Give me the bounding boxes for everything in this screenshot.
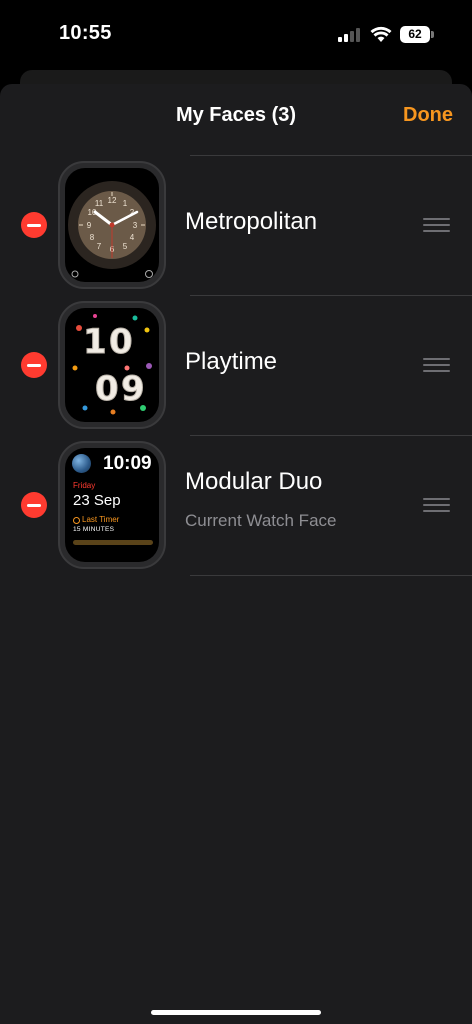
home-indicator[interactable]: [151, 1010, 321, 1015]
status-bar: 10:55 62: [0, 0, 472, 70]
svg-text:1: 1: [123, 199, 128, 208]
current-face-label: Current Watch Face: [185, 511, 337, 530]
reorder-handle-icon[interactable]: [423, 498, 450, 512]
playtime-digit: 0: [95, 369, 119, 409]
reorder-handle-icon[interactable]: [423, 358, 450, 372]
svg-text:9: 9: [87, 221, 92, 230]
face-name: Playtime: [185, 348, 278, 375]
delete-face-button[interactable]: [21, 352, 47, 378]
watch-day: Friday: [73, 481, 96, 490]
faces-list: 12 3 6 9 1 2 4 5 7 8 10 11: [0, 155, 472, 576]
reorder-handle-icon[interactable]: [423, 218, 450, 232]
svg-text:12: 12: [108, 196, 117, 205]
earth-icon: [72, 454, 91, 473]
timer-icon: [73, 517, 80, 524]
timer-progress-bar: [73, 540, 153, 545]
face-row-playtime[interactable]: 1 0 0 9 Playtime: [0, 295, 472, 435]
divider: [190, 435, 472, 436]
delete-face-button[interactable]: [21, 212, 47, 238]
watch-preview-metropolitan[interactable]: 12 3 6 9 1 2 4 5 7 8 10 11: [58, 161, 166, 289]
battery-indicator: 62: [400, 26, 430, 43]
svg-text:3: 3: [133, 221, 138, 230]
timer-label: Last Timer: [82, 515, 120, 524]
timer-value: 15 MINUTES: [73, 526, 115, 533]
svg-text:8: 8: [90, 233, 95, 242]
watch-screen: 12 3 6 9 1 2 4 5 7 8 10 11: [65, 168, 159, 282]
battery-cap: [431, 31, 434, 38]
cellular-signal-icon: [338, 28, 362, 42]
face-name: Metropolitan: [185, 208, 318, 235]
face-row-metropolitan[interactable]: 12 3 6 9 1 2 4 5 7 8 10 11: [0, 155, 472, 295]
face-row-modular-duo[interactable]: 10:09 Friday 23 Sep Last Timer 15 MINUTE…: [0, 435, 472, 576]
divider: [190, 295, 472, 296]
page-title: My Faces (3): [175, 104, 297, 126]
watch-screen: 10:09 Friday 23 Sep Last Timer 15 MINUTE…: [65, 448, 159, 562]
watch-preview-playtime[interactable]: 1 0 0 9: [58, 301, 166, 429]
playtime-digit: 0: [109, 322, 133, 362]
playtime-art-icon: 1 0 0 9: [72, 314, 152, 415]
watch-time: 10:09: [103, 453, 152, 474]
playtime-digit: 1: [83, 322, 107, 362]
done-button[interactable]: Done: [403, 104, 453, 127]
metropolitan-dial-icon: 12 3 6 9 1 2 4 5 7 8 10 11: [68, 181, 156, 278]
divider: [190, 575, 472, 576]
svg-text:7: 7: [97, 242, 102, 251]
divider: [190, 155, 472, 156]
face-name: Modular Duo: [185, 468, 323, 495]
svg-text:11: 11: [95, 199, 104, 208]
watch-preview-modular-duo[interactable]: 10:09 Friday 23 Sep Last Timer 15 MINUTE…: [58, 441, 166, 569]
delete-face-button[interactable]: [21, 492, 47, 518]
svg-text:5: 5: [123, 242, 128, 251]
wifi-icon: [370, 26, 392, 42]
watch-screen: 1 0 0 9: [65, 308, 159, 422]
svg-text:4: 4: [130, 233, 135, 242]
watch-date: 23 Sep: [73, 492, 121, 509]
playtime-digit: 9: [121, 369, 145, 409]
status-time: 10:55: [59, 22, 112, 44]
